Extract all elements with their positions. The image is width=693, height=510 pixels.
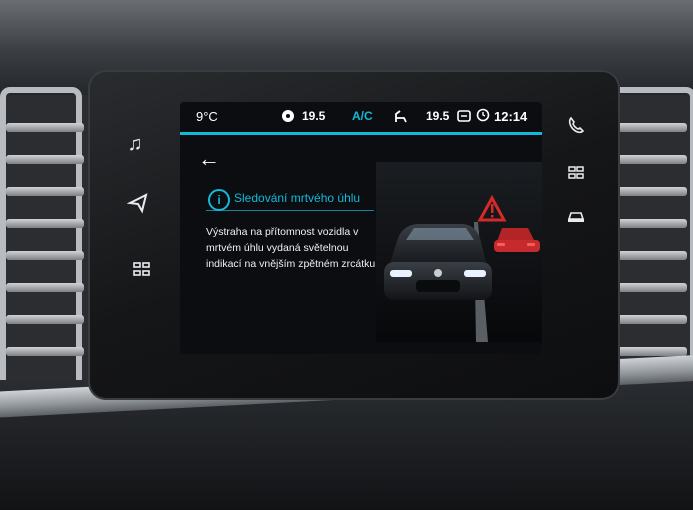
navigation-glyph (126, 193, 148, 214)
fan-glyph (282, 110, 294, 122)
left-zone-temperature[interactable]: 19.5 (302, 109, 325, 123)
ac-button[interactable]: A/C (352, 109, 373, 123)
phone-glyph (568, 116, 585, 134)
page-title: Sledování mrtvého úhlu (234, 191, 361, 205)
vent-slat (6, 187, 84, 196)
peugeot-car-graphic (384, 224, 492, 300)
vent-slat (616, 283, 687, 292)
left-air-vent (0, 87, 90, 399)
seat-heat-icon[interactable] (392, 108, 410, 127)
info-icon: i (208, 189, 230, 211)
page-description: Výstraha na přítomnost vozidla v mrtvém … (206, 226, 379, 270)
blind-spot-illustration (376, 162, 542, 342)
music-note-icon[interactable]: ♫ (121, 130, 149, 158)
car-glyph (567, 212, 585, 222)
vent-slat (6, 315, 84, 324)
apps-grid-icon[interactable] (562, 162, 590, 190)
apps-grid-glyph (568, 166, 584, 179)
clock-time: 12:14 (494, 109, 528, 124)
vent-slat (616, 123, 687, 132)
vent-slat (616, 187, 687, 196)
recirculation-icon[interactable] (456, 108, 472, 127)
car-settings-icon[interactable] (128, 258, 156, 286)
recirculation-glyph (457, 110, 471, 122)
infotainment-screen: 9°C 19.5 A/C 19.5 12:14 ← i Sledování mr… (180, 102, 542, 354)
vent-slat (616, 155, 687, 164)
vent-slat (616, 315, 687, 324)
vent-slat (6, 283, 84, 292)
fan-icon[interactable] (280, 108, 296, 127)
seat-heat-glyph (395, 110, 407, 123)
vent-slat (616, 251, 687, 260)
right-zone-temperature[interactable]: 19.5 (426, 109, 449, 123)
car-settings-glyph (133, 262, 150, 276)
navigation-icon[interactable] (124, 192, 152, 220)
back-arrow-icon[interactable]: ← (198, 146, 220, 172)
title-divider (206, 210, 374, 211)
outside-temperature: 9°C (196, 109, 218, 124)
clock-glyph (476, 108, 490, 122)
vent-slat (616, 219, 687, 228)
phone-icon[interactable] (562, 116, 590, 144)
vent-slat (6, 123, 84, 132)
status-bar: 9°C 19.5 A/C 19.5 12:14 (180, 102, 542, 130)
car-icon[interactable] (562, 206, 590, 234)
clock-icon (476, 108, 490, 125)
vent-slat (6, 251, 84, 260)
right-air-vent (604, 87, 693, 399)
vent-slat (616, 347, 687, 356)
vent-slat (6, 219, 84, 228)
vent-slat (6, 155, 84, 164)
header-accent-line (180, 132, 542, 135)
vent-slat (6, 347, 84, 356)
